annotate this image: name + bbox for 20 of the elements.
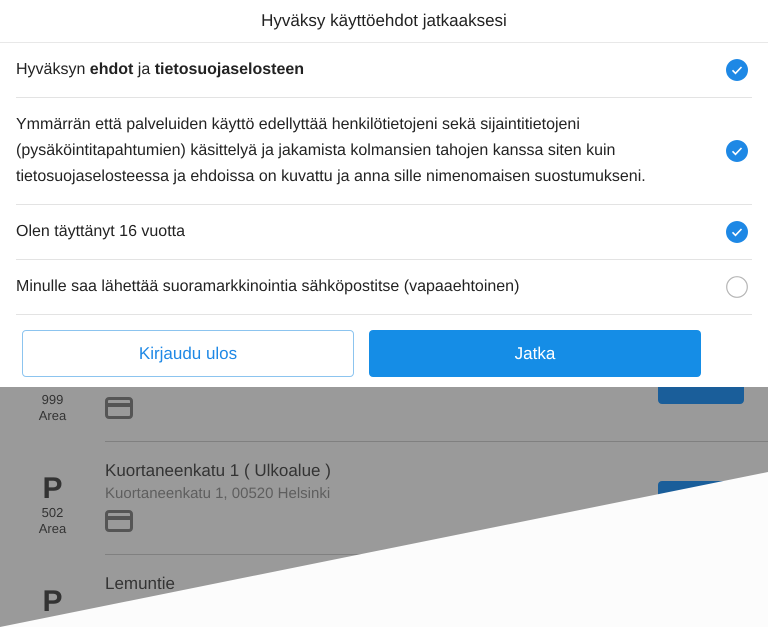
consent-text: Ymmärrän että palveluiden käyttö edellyttää henkilötietojeni sekä sijaintitietojeni (pysäköintitapahtumien) käsittelyä ja jakamista kolmansien tahojen kanssa siten kuin tietosuojaselosteessa ja ehdoissa on kuvattu ja anna sille nimenomaisen suostumukseni. [16,115,647,187]
parking-marker: P [42,474,62,504]
parking-marker: P [42,587,62,617]
logout-button[interactable]: Kirjaudu ulos [22,330,354,377]
checkbox-unchecked[interactable] [726,276,748,298]
consent-text: Hyväksyn ehdot ja tietosuojaselosteen [16,60,306,80]
checkbox-checked[interactable] [726,140,748,162]
area-number: 999 [42,392,64,408]
continue-button[interactable]: Jatka [369,330,701,377]
area-label: Area [38,408,66,424]
area-number: 502 [42,505,64,521]
location-title: Kuortaneenkatu 1 ( Ulkoalue ) [105,461,331,480]
checkbox-checked[interactable] [726,59,748,81]
location-title: Lemuntie [105,574,175,593]
dialog-title: Hyväksy käyttöehdot jatkaaksesi [0,0,768,43]
consent-text: Minulle saa lähettää suoramarkkinointia sähköpostitse (vapaaehtoinen) [16,277,520,297]
consent-text: Olen täyttänyt 16 vuotta [16,222,186,242]
checkbox-checked[interactable] [726,221,748,243]
area-label: Area [38,521,66,537]
location-address: Kuortaneenkatu 1, 00520 Helsinki [105,485,330,502]
